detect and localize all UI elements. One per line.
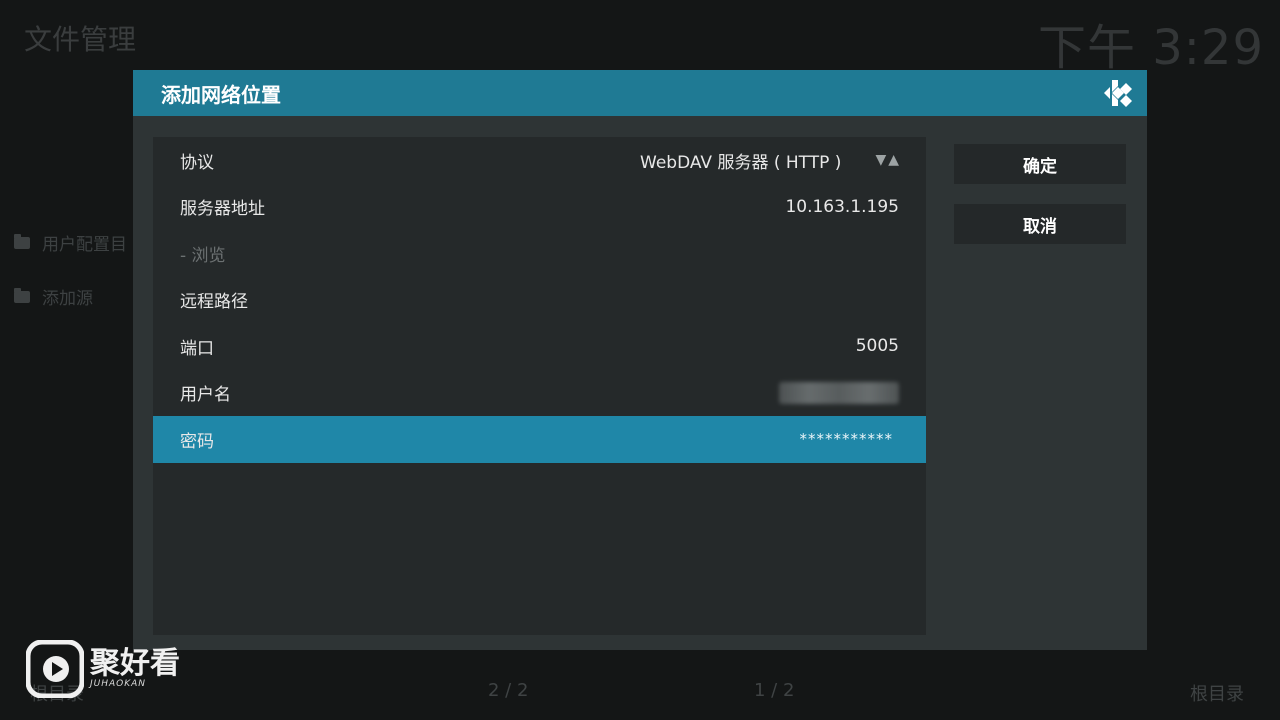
row-label: 远程路径 <box>180 292 248 313</box>
username-value-redacted <box>779 381 899 404</box>
row-label: 协议 <box>180 152 214 173</box>
port-row[interactable]: 端口 5005 <box>153 323 926 370</box>
page-title: 文件管理 <box>24 23 137 56</box>
dialog-header: 添加网络位置 <box>133 70 1147 116</box>
clock: 下午 3:29 <box>1037 20 1264 76</box>
row-label: 端口 <box>180 338 214 359</box>
server-address-row[interactable]: 服务器地址 10.163.1.195 <box>153 184 926 231</box>
username-row[interactable]: 用户名 <box>153 370 926 417</box>
dialog-title: 添加网络位置 <box>161 82 281 107</box>
sidebar-item-add-source[interactable]: 添加源 <box>14 284 93 309</box>
row-label: - 浏览 <box>180 245 226 266</box>
row-label: 密码 <box>180 431 214 452</box>
protocol-row[interactable]: 协议 WebDAV 服务器 ( HTTP ) ▼ ▲ <box>153 137 926 184</box>
sidebar-item-label: 用户配置目 <box>42 235 127 255</box>
ok-button[interactable]: 确定 <box>954 144 1126 184</box>
folder-icon <box>14 233 30 249</box>
chevron-down-icon[interactable]: ▼ <box>875 152 886 168</box>
watermark: 聚好看 JUHAOKAN <box>26 640 180 698</box>
settings-list: 协议 WebDAV 服务器 ( HTTP ) ▼ ▲ 服务器地址 10.163.… <box>153 137 926 635</box>
watermark-logo-icon <box>26 640 84 698</box>
folder-icon <box>14 287 30 303</box>
password-row[interactable]: 密码 *********** <box>153 416 926 463</box>
port-value: 5005 <box>855 336 899 357</box>
footer-right-label: 根目录 <box>1190 684 1244 705</box>
cancel-button[interactable]: 取消 <box>954 204 1126 244</box>
footer-page-indicator: 1 / 2 <box>754 680 795 701</box>
remote-path-row[interactable]: 远程路径 <box>153 277 926 324</box>
add-network-location-dialog: 添加网络位置 协议 WebDAV 服务器 ( HTTP ) ▼ ▲ 服务器地址 … <box>133 70 1147 650</box>
row-label: 服务器地址 <box>180 199 265 220</box>
kodi-logo-icon <box>1101 76 1135 110</box>
watermark-brand: 聚好看 <box>90 646 180 681</box>
chevron-up-icon[interactable]: ▲ <box>888 152 899 168</box>
footer-page-indicator: 2 / 2 <box>488 680 529 701</box>
sidebar-item-label: 添加源 <box>42 289 93 309</box>
server-address-value: 10.163.1.195 <box>785 196 899 217</box>
password-value: *********** <box>799 430 893 449</box>
spin-control[interactable]: ▼ ▲ <box>875 152 899 168</box>
browse-row[interactable]: - 浏览 <box>153 230 926 277</box>
row-label: 用户名 <box>180 385 231 406</box>
sidebar-item-user-config[interactable]: 用户配置目 <box>14 230 127 255</box>
protocol-value: WebDAV 服务器 ( HTTP ) <box>640 152 842 173</box>
